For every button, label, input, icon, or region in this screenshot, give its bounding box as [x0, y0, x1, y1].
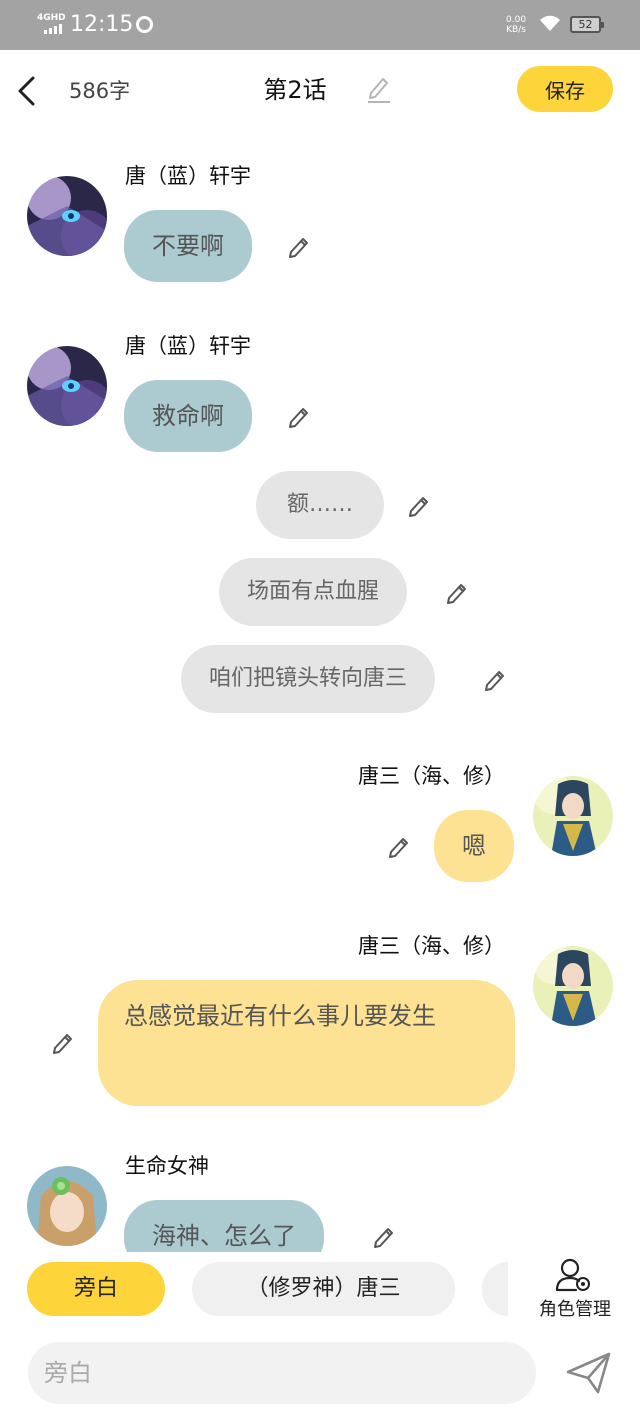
save-button[interactable]: 保存 — [517, 66, 613, 112]
edit-message-pencil-icon[interactable] — [444, 580, 470, 606]
network-speed: 0.00 KB/s — [506, 15, 526, 35]
signal-icon — [44, 24, 62, 34]
editor-header: 586字 第2话 保存 — [0, 50, 640, 132]
edit-message-pencil-icon[interactable] — [406, 493, 432, 519]
message-bubble[interactable]: 嗯 — [434, 810, 514, 882]
character-portrait-icon — [27, 176, 107, 256]
edit-message-pencil-icon[interactable] — [386, 834, 412, 860]
edit-message-pencil-icon[interactable] — [50, 1030, 76, 1056]
edit-message-pencil-icon[interactable] — [371, 1224, 397, 1250]
input-bar — [0, 1328, 640, 1422]
edit-title-pencil-icon[interactable] — [364, 74, 392, 104]
avatar-tang-lan-xuanyu[interactable] — [27, 346, 107, 426]
battery-level: 52 — [578, 18, 593, 31]
role-chip-partial[interactable] — [482, 1262, 508, 1316]
user-settings-icon — [555, 1258, 590, 1292]
character-portrait-icon — [533, 776, 613, 856]
avatar-tang-san[interactable] — [533, 776, 613, 856]
network-speed-unit: KB/s — [506, 25, 526, 35]
speaker-name: 唐（蓝）轩宇 — [125, 164, 251, 188]
role-management-button[interactable]: 角色管理 — [530, 1256, 620, 1320]
battery-icon: 52 — [570, 16, 604, 33]
network-type: 4GHD — [37, 13, 66, 23]
role-chip-narration[interactable]: 旁白 — [27, 1262, 165, 1316]
speaker-name: 唐（蓝）轩宇 — [125, 334, 251, 358]
speaker-name: 生命女神 — [125, 1154, 209, 1178]
network-speed-value: 0.00 — [506, 15, 527, 25]
speaker-name: 唐三（海、修） — [358, 934, 505, 958]
avatar-tang-lan-xuanyu[interactable] — [27, 176, 107, 256]
character-portrait-icon — [533, 946, 613, 1026]
narration-bubble[interactable]: 额…… — [256, 471, 384, 539]
clock: 12:15 — [70, 12, 134, 37]
wifi-icon — [540, 15, 560, 31]
message-bubble[interactable]: 救命啊 — [124, 380, 252, 452]
edit-message-pencil-icon[interactable] — [482, 667, 508, 693]
speaker-name: 唐三（海、修） — [358, 764, 505, 788]
avatar-life-goddess[interactable] — [27, 1166, 107, 1246]
narration-bubble[interactable]: 场面有点血腥 — [219, 558, 408, 626]
role-selector: 旁白 （修罗神）唐三 角色管理 — [0, 1252, 640, 1328]
character-portrait-icon — [27, 346, 107, 426]
role-management-label: 角色管理 — [539, 1299, 611, 1320]
edit-message-pencil-icon[interactable] — [286, 404, 312, 430]
chat-area[interactable]: 唐（蓝）轩宇 不要啊 唐（蓝）轩宇 救命啊 额…… 场面有点血腥 咱们把镜头转向… — [0, 132, 640, 1252]
avatar-tang-san[interactable] — [533, 946, 613, 1026]
edit-message-pencil-icon[interactable] — [286, 234, 312, 260]
message-bubble[interactable]: 总感觉最近有什么事儿要发生 — [98, 980, 515, 1106]
role-chip-xiuluoshen-tangsan[interactable]: （修罗神）唐三 — [192, 1262, 455, 1316]
message-bubble[interactable]: 不要啊 — [124, 210, 252, 282]
narration-bubble[interactable]: 咱们把镜头转向唐三 — [181, 645, 436, 713]
chapter-title: 第2话 — [263, 76, 327, 104]
character-portrait-icon — [27, 1166, 107, 1246]
status-bar: 4GHD 12:15 0.00 KB/s 52 — [0, 0, 640, 50]
message-input[interactable] — [28, 1342, 536, 1404]
message-bubble[interactable]: 海神、怎么了 — [124, 1200, 324, 1252]
send-icon[interactable] — [564, 1348, 614, 1398]
app-notification-icon — [136, 16, 153, 33]
